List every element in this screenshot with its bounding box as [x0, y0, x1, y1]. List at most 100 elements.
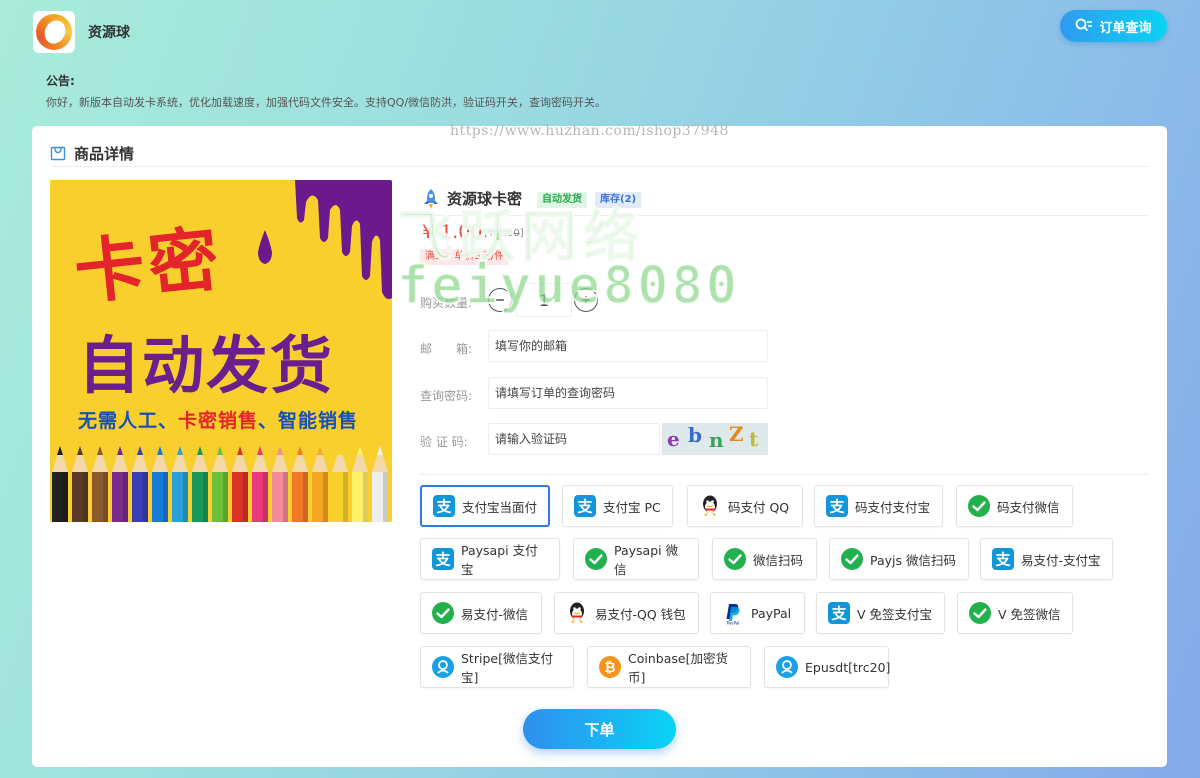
stripe-icon — [431, 655, 455, 679]
payment-option[interactable]: 微信扫码 — [712, 538, 817, 580]
query-password-field[interactable] — [488, 377, 768, 409]
discount-badge: 满5个 单价3元/件 — [420, 249, 510, 265]
wechat-icon — [584, 547, 608, 571]
payment-option[interactable]: 易支付-微信 — [420, 592, 542, 634]
epusdt-icon — [775, 655, 799, 679]
svg-text:支: 支 — [828, 498, 845, 516]
qq-icon — [565, 601, 589, 625]
site-logo[interactable] — [33, 11, 75, 53]
quantity-decrease-button[interactable] — [488, 288, 512, 312]
payment-option-label: Paysapi 微信 — [614, 543, 679, 577]
alipay-icon: 支 — [432, 494, 456, 518]
payment-option[interactable]: 码支付微信 — [956, 485, 1073, 527]
image-text-line3: 无需人工、卡密销售、智能销售 — [78, 410, 359, 432]
alipay-icon: 支 — [827, 601, 851, 625]
divider — [420, 215, 1149, 216]
payment-option[interactable]: 支支付宝 PC — [562, 485, 673, 527]
captcha-label: 验 证 码: — [420, 435, 468, 449]
quantity-stepper — [488, 283, 598, 317]
alipay-icon: 支 — [991, 547, 1015, 571]
image-text-line2: 自动发货 — [78, 329, 335, 402]
qq-icon — [698, 494, 722, 518]
payment-option-label: 码支付 QQ — [728, 499, 790, 515]
paypal-icon: PayPal — [721, 601, 745, 625]
payment-option-label: PayPal — [751, 605, 792, 621]
payment-option[interactable]: PayPal PayPal — [710, 592, 805, 634]
payment-option-label: V 免签支付宝 — [857, 606, 933, 622]
payment-option[interactable]: 支码支付支付宝 — [814, 485, 943, 527]
payment-option[interactable]: Payjs 微信扫码 — [829, 538, 969, 580]
minus-icon — [496, 299, 504, 301]
payment-option[interactable]: Stripe[微信支付宝] — [420, 646, 574, 688]
payment-option[interactable]: ₿ Coinbase[加密货币] — [587, 646, 751, 688]
alipay-icon: 支 — [825, 494, 849, 518]
product-title: 资源球卡密 — [447, 190, 523, 208]
order-query-button[interactable]: 订单查询 — [1060, 10, 1167, 42]
payment-option-label: Stripe[微信支付宝] — [461, 651, 553, 685]
email-label: 邮 箱: — [420, 342, 473, 356]
pencils-decoration — [52, 446, 388, 522]
payment-option-label: 易支付-QQ 钱包 — [595, 606, 686, 622]
payment-option[interactable]: V 免签微信 — [957, 592, 1073, 634]
captcha-field[interactable] — [488, 423, 660, 455]
divider — [420, 474, 1149, 475]
bitcoin-icon: ₿ — [598, 655, 622, 679]
price: ¥ 1.00 — [422, 221, 483, 243]
svg-text:支: 支 — [830, 605, 847, 623]
svg-text:支: 支 — [434, 551, 451, 569]
svg-text:PayPal: PayPal — [727, 621, 740, 626]
payment-option[interactable]: 码支付 QQ — [687, 485, 803, 527]
payment-option-label: 支付宝当面付 — [462, 499, 538, 515]
payment-option-label: 支付宝 PC — [603, 499, 661, 515]
image-text-line1: 卡密 — [70, 216, 227, 315]
payment-option[interactable]: 支易支付-支付宝 — [980, 538, 1113, 580]
captcha-image[interactable]: e b n Z t — [662, 423, 768, 455]
notice-title: 公告: — [46, 74, 75, 88]
rocket-icon — [424, 189, 438, 209]
query-password-label: 查询密码: — [420, 389, 473, 403]
auto-delivery-badge: 自动发货 — [537, 192, 587, 208]
submit-order-button[interactable]: 下单 — [523, 709, 676, 749]
alipay-icon: 支 — [431, 547, 455, 571]
payment-option[interactable]: Paysapi 微信 — [573, 538, 699, 580]
bag-icon — [50, 146, 66, 161]
email-field[interactable] — [488, 330, 768, 362]
payment-option[interactable]: 易支付-QQ 钱包 — [554, 592, 699, 634]
watermark-url: https://www.huzhan.com/ishop37948 — [450, 123, 729, 139]
payment-option-label: 微信扫码 — [753, 552, 804, 568]
quantity-increase-button[interactable] — [574, 288, 598, 312]
svg-text:支: 支 — [994, 551, 1011, 569]
payment-option-label: Payjs 微信扫码 — [870, 552, 956, 568]
original-price: [¥ 1.00] — [484, 228, 524, 239]
wechat-icon — [968, 601, 992, 625]
payment-option[interactable]: Epusdt[trc20] — [764, 646, 891, 688]
quantity-input[interactable] — [516, 283, 572, 317]
payment-option-label: 码支付支付宝 — [855, 499, 931, 515]
notice-text: 你好，新版本自动发卡系统，优化加载速度，加强代码文件安全。支持QQ/微信防洪，验… — [46, 96, 607, 109]
alipay-icon: 支 — [573, 494, 597, 518]
wechat-icon — [723, 547, 747, 571]
payment-option-label: 易支付-微信 — [461, 606, 529, 622]
payment-option[interactable]: 支 V 免签支付宝 — [816, 592, 945, 634]
payment-option-label: V 免签微信 — [998, 606, 1061, 622]
wechat-icon — [431, 601, 455, 625]
search-list-icon — [1076, 18, 1093, 31]
payment-option-label: Epusdt[trc20] — [805, 659, 891, 675]
stock-badge: 库存(2) — [595, 192, 642, 208]
plus-icon — [582, 296, 590, 304]
payment-option[interactable]: 支 Paysapi 支付宝 — [420, 538, 560, 580]
svg-text:支: 支 — [435, 498, 452, 516]
divider — [50, 166, 1149, 167]
payment-option-label: Paysapi 支付宝 — [461, 543, 538, 577]
order-query-label: 订单查询 — [1099, 19, 1152, 35]
quantity-label: 购买数量: — [420, 296, 473, 310]
card-title: 商品详情 — [74, 144, 135, 163]
wechat-icon — [840, 547, 864, 571]
product-image: 卡密 自动发货 无需人工、卡密销售、智能销售 — [50, 180, 392, 522]
svg-text:₿: ₿ — [604, 660, 615, 676]
svg-text:支: 支 — [576, 498, 593, 516]
payment-option-label: 码支付微信 — [997, 499, 1060, 515]
payment-option[interactable]: 支支付宝当面付 — [420, 485, 550, 527]
wechat-icon — [967, 494, 991, 518]
payment-option-label: 易支付-支付宝 — [1021, 552, 1101, 568]
